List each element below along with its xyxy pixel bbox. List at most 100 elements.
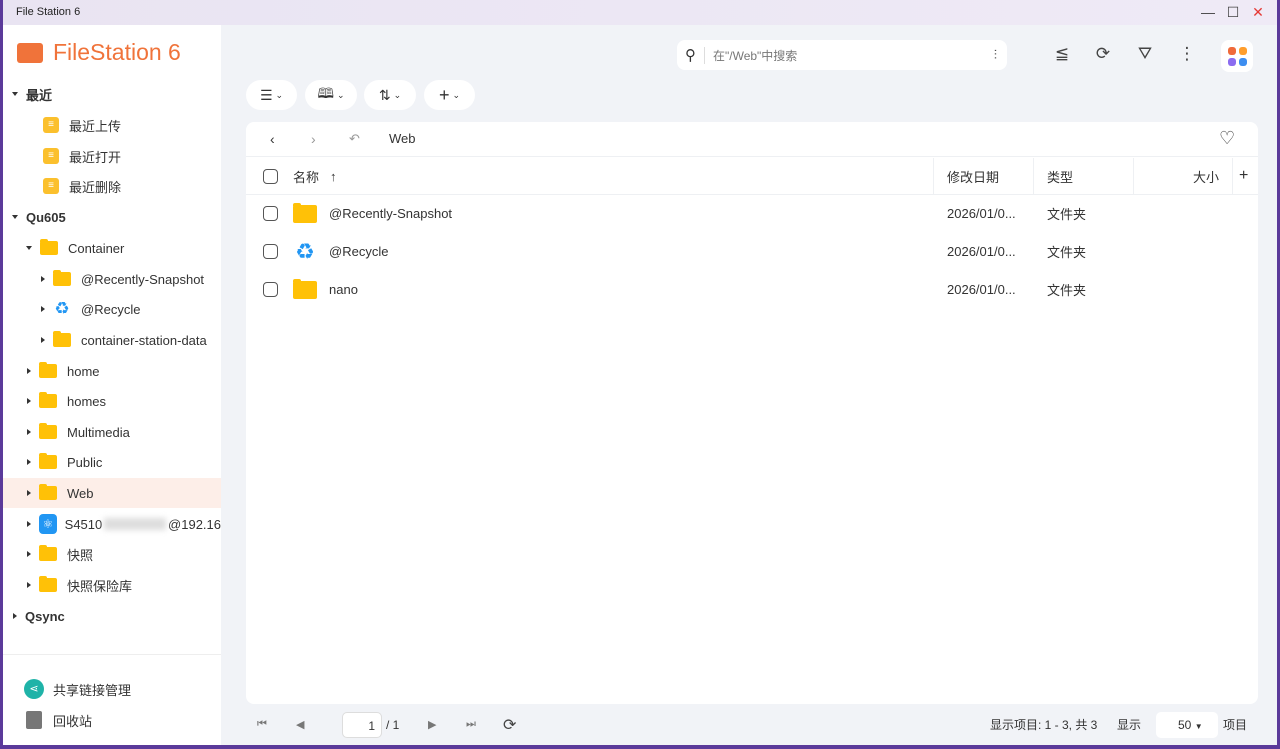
- forward-icon[interactable]: ›: [311, 131, 316, 147]
- expand-icon[interactable]: [27, 521, 31, 527]
- expand-icon[interactable]: [12, 215, 18, 219]
- sort-button[interactable]: ⇅ ⌄: [364, 80, 416, 110]
- main-panel: ⚲ 在"/Web"中搜索 ⫶ ≦ ⟳ ⛛ ⋮ ☰ ⌄ 🕮 ⌄ ⇅ ⌄ + ⌄ ‹ › ↶…: [221, 25, 1277, 745]
- sidebar-item-snapshot[interactable]: 快照: [3, 539, 221, 569]
- expand-icon[interactable]: [41, 306, 45, 312]
- book-icon: 🕮: [317, 85, 334, 101]
- file-modified: 2026/01/0...: [947, 282, 1016, 297]
- item-label: @Recently-Snapshot: [81, 271, 205, 287]
- page-input[interactable]: 1: [342, 711, 382, 738]
- add-column-icon[interactable]: +: [1239, 167, 1248, 185]
- table-row[interactable]: nano 2026/01/0... 文件夹: [246, 271, 1258, 308]
- first-page-icon[interactable]: ⏮: [257, 718, 267, 731]
- search-options-icon[interactable]: ⫶: [994, 47, 997, 63]
- sidebar-item-public[interactable]: Public: [3, 447, 221, 477]
- item-label: 共享链接管理: [53, 682, 132, 698]
- trash-icon: [26, 711, 42, 729]
- last-page-icon[interactable]: ⏭: [466, 718, 476, 731]
- file-name[interactable]: @Recycle: [329, 244, 388, 259]
- up-level-icon[interactable]: ↶: [349, 131, 360, 147]
- column-size[interactable]: 大小: [1193, 167, 1219, 186]
- expand-icon[interactable]: [27, 551, 31, 557]
- select-all-checkbox[interactable]: [263, 168, 278, 184]
- sidebar-item-web[interactable]: Web: [3, 478, 221, 508]
- expand-icon[interactable]: [13, 613, 17, 619]
- create-button[interactable]: + ⌄: [424, 80, 475, 110]
- sidebar-item-homes[interactable]: homes: [3, 386, 221, 416]
- favorite-heart-icon[interactable]: ♡: [1219, 128, 1235, 149]
- recycle-bin[interactable]: 回收站: [3, 705, 221, 735]
- file-name[interactable]: nano: [329, 282, 358, 297]
- sidebar-item-recent-delete[interactable]: ≡ 最近删除: [3, 171, 221, 201]
- view-mode-button[interactable]: ☰ ⌄: [246, 80, 297, 110]
- file-type: 文件夹: [1047, 283, 1087, 298]
- sidebar-item-recycle[interactable]: ♻ @Recycle: [3, 294, 221, 324]
- expand-icon[interactable]: [12, 92, 18, 96]
- expand-icon[interactable]: [41, 276, 45, 282]
- table-row[interactable]: ♻ @Recycle 2026/01/0... 文件夹: [246, 233, 1258, 270]
- sidebar-section-nas[interactable]: Qu605: [3, 202, 221, 232]
- expand-icon[interactable]: [27, 459, 31, 465]
- maximize-button[interactable]: ☐: [1225, 4, 1241, 20]
- search-box[interactable]: ⚲ 在"/Web"中搜索 ⫶: [677, 40, 1007, 70]
- expand-icon[interactable]: [41, 337, 45, 343]
- sort-ascending-icon[interactable]: ↑: [330, 169, 337, 184]
- file-modified: 2026/01/0...: [947, 244, 1016, 259]
- sidebar-item-home[interactable]: home: [3, 356, 221, 386]
- expand-icon[interactable]: [27, 398, 31, 404]
- sidebar-item-recent-upload[interactable]: ≡ 最近上传: [3, 110, 221, 140]
- row-checkbox[interactable]: [263, 206, 278, 221]
- sidebar-section-recent[interactable]: 最近: [3, 79, 221, 109]
- item-label: 最近删除: [69, 179, 122, 195]
- column-divider: [1133, 158, 1134, 195]
- breadcrumb-current[interactable]: Web: [389, 131, 416, 146]
- recycle-icon: ♻: [54, 299, 70, 318]
- sidebar-item-remote-s4510[interactable]: ⚛ S4510 @192.16: [3, 509, 221, 539]
- sidebar-section-qsync[interactable]: Qsync: [3, 601, 221, 631]
- next-page-icon[interactable]: ▶: [428, 718, 436, 731]
- table-row[interactable]: @Recently-Snapshot 2026/01/0... 文件夹: [246, 195, 1258, 232]
- sidebar-item-multimedia[interactable]: Multimedia: [3, 417, 221, 447]
- sidebar-divider: [3, 654, 221, 655]
- refresh-icon[interactable]: ⟳: [1091, 44, 1115, 64]
- prev-page-icon[interactable]: ◀: [296, 718, 304, 731]
- column-name[interactable]: 名称: [293, 167, 319, 186]
- more-icon[interactable]: ⋮: [1175, 44, 1199, 64]
- column-type[interactable]: 类型: [1047, 167, 1073, 186]
- expand-icon[interactable]: [27, 490, 31, 496]
- sidebar-item-recent-open[interactable]: ≡ 最近打开: [3, 141, 221, 171]
- minimize-button[interactable]: —: [1200, 4, 1216, 20]
- back-icon[interactable]: ‹: [270, 131, 275, 147]
- sidebar-item-recently-snapshot[interactable]: @Recently-Snapshot: [3, 264, 221, 294]
- apps-button[interactable]: [1221, 40, 1253, 72]
- file-name[interactable]: @Recently-Snapshot: [329, 206, 452, 221]
- refresh-icon[interactable]: ⟳: [503, 715, 516, 735]
- app-logo: FileStation 6: [17, 39, 181, 66]
- stack-icon[interactable]: ≦: [1050, 44, 1074, 64]
- item-label: 快照: [67, 547, 94, 563]
- folder-logo-icon: [17, 42, 43, 63]
- expand-icon[interactable]: [27, 582, 31, 588]
- sidebar-item-container[interactable]: Container: [3, 233, 221, 263]
- per-page-select[interactable]: 50 ▼: [1156, 711, 1218, 738]
- plus-icon: +: [438, 84, 450, 105]
- expand-icon[interactable]: [27, 368, 31, 374]
- row-checkbox[interactable]: [263, 282, 278, 297]
- expand-icon[interactable]: [27, 429, 31, 435]
- dropdown-arrow-icon: ▼: [1194, 721, 1203, 731]
- close-button[interactable]: ✕: [1250, 4, 1266, 20]
- sidebar-item-container-station-data[interactable]: container-station-data: [3, 325, 221, 355]
- sidebar-item-snapshot-vault[interactable]: 快照保险库: [3, 570, 221, 600]
- items-label: 项目: [1223, 718, 1248, 732]
- search-input[interactable]: 在"/Web"中搜索: [704, 46, 797, 64]
- column-divider: [1232, 158, 1233, 195]
- row-checkbox[interactable]: [263, 244, 278, 259]
- file-modified: 2026/01/0...: [947, 206, 1016, 221]
- share-link-management[interactable]: ⋖ 共享链接管理: [3, 674, 221, 704]
- folder-icon: [39, 453, 57, 469]
- expand-icon[interactable]: [26, 246, 32, 250]
- column-modified[interactable]: 修改日期: [947, 167, 999, 186]
- filter-add-icon[interactable]: ⛛: [1133, 44, 1157, 64]
- preview-button[interactable]: 🕮 ⌄: [305, 80, 357, 110]
- folder-icon: [53, 331, 71, 347]
